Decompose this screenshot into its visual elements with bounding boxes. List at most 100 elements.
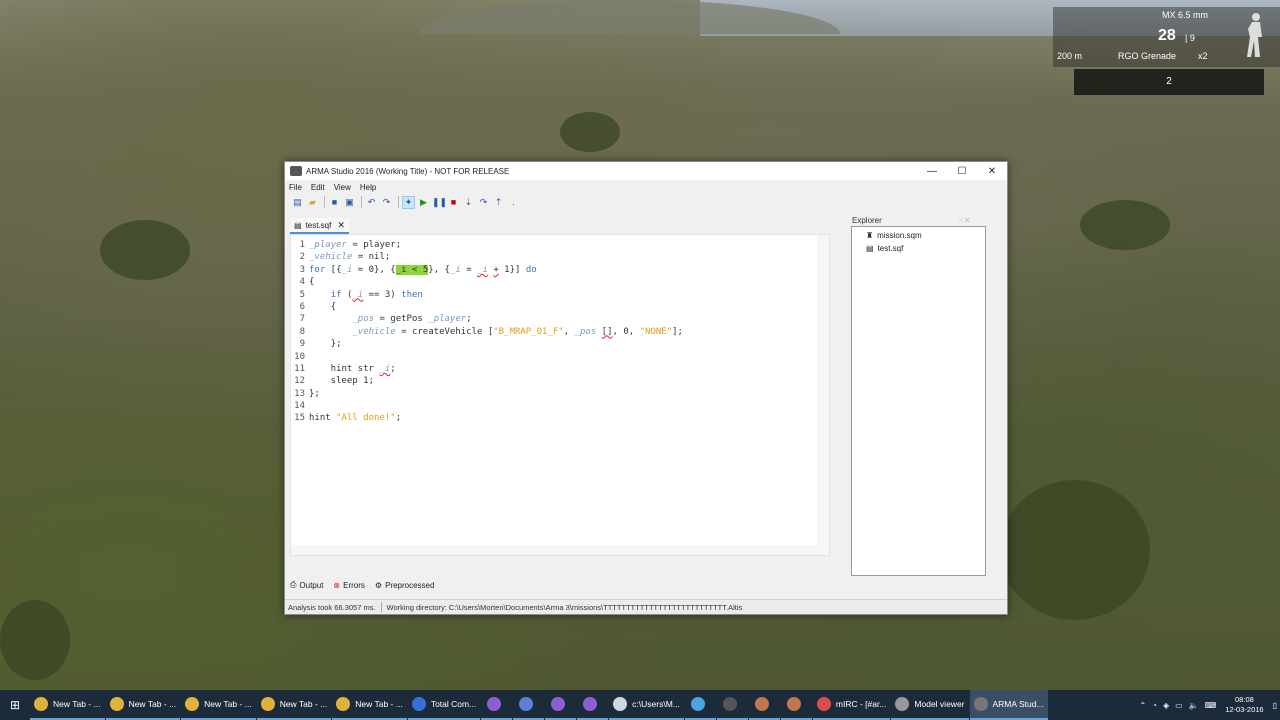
tray-icon[interactable]: ◈ [1163,701,1169,710]
run-icon[interactable]: ▶ [417,196,430,209]
line-number: 1 [299,240,305,250]
volume-icon[interactable]: 🔈 [1189,701,1199,710]
clock[interactable]: 08:08 12-03-2016 [1225,695,1263,715]
taskbar-item[interactable]: Model viewer [891,690,969,720]
open-folder-icon[interactable]: ▰ [306,196,319,209]
taskbar-item[interactable] [748,690,780,720]
visual-studio-icon [519,697,534,711]
taskbar-item[interactable] [716,690,748,720]
toolbar: ▤ ▰ ■ ▣ ↶ ↷ ✦ ▶ ❚❚ ■ ⇣ ↷ ⇡ . [285,194,1007,210]
code-line[interactable]: _player = player; [309,239,683,251]
bottom-tabs: ⎙ Output ⊗ Errors ⚙ Preprocessed [290,580,444,590]
code-line[interactable]: }; [309,338,683,350]
taskbar-item[interactable] [513,690,545,720]
save-all-icon[interactable]: ▣ [343,196,356,209]
weapon-hud: MX 6.5 mm 28 | 9 200 m RGO Grenade x2 [1053,7,1280,67]
explorer-item-mission[interactable]: ♜ mission.sqm [866,231,922,240]
horizontal-scrollbar[interactable] [291,545,829,555]
taskbar-item[interactable] [684,690,716,720]
step-out-icon[interactable]: ⇡ [492,196,505,209]
pause-icon[interactable]: ❚❚ [432,196,447,209]
breakpoint-icon[interactable]: ✦ [402,195,415,209]
status-divider [380,602,382,612]
taskbar-item[interactable]: New Tab - ... [105,690,181,720]
code-line[interactable]: _vehicle = nil; [309,251,683,263]
code-line[interactable]: { [309,301,683,313]
taskbar-item[interactable]: Total Com... [407,690,481,720]
menu-edit[interactable]: Edit [311,183,325,192]
code-line[interactable]: _pos = getPos _player; [309,313,683,325]
app-icon [754,697,769,711]
taskbar-item[interactable]: mIRC - [#ar... [812,690,891,720]
network-icon[interactable]: ▭ [1175,701,1183,710]
taskbar-item[interactable] [780,690,812,720]
tray-icon[interactable]: ◔ [1152,701,1157,710]
windows-start-icon[interactable]: ⊞ [0,690,30,720]
taskbar-item[interactable]: c:\Users\M... [609,690,684,720]
taskbar-item[interactable] [577,690,609,720]
close-tab-icon[interactable]: ✕ [337,220,345,231]
save-icon[interactable]: ■ [328,196,341,209]
chrome-icon [185,697,200,711]
code-content[interactable]: _player = player; _vehicle = nil; for [{_i… [309,239,683,425]
taskbar-item[interactable]: New Tab - ... [256,690,332,720]
secondary-hud: 2 [1074,69,1264,95]
code-line[interactable]: if (_i == 3) then [309,289,683,301]
minimize-button[interactable]: — [917,166,947,177]
menu-file[interactable]: File [289,183,302,192]
menu-help[interactable]: Help [360,183,376,192]
explorer-item-test[interactable]: ▤ test.sqf [866,244,903,253]
code-line[interactable] [309,400,683,412]
taskbar-item[interactable]: New Tab - ... [332,690,407,720]
tab-test-sqf[interactable]: ▤ test.sqf ✕ [290,218,349,234]
stance-icon [1247,13,1262,57]
line-number: 4 [299,277,305,288]
title-bar[interactable]: ARMA Studio 2016 (Working Title) - NOT F… [285,162,1007,180]
code-line[interactable]: for [{_i = 0}, {_i < 5}, {_i = _i + 1}] … [309,264,683,276]
close-button[interactable]: ✕ [977,166,1007,177]
line-number: 15 [294,413,305,424]
chevron-up-icon[interactable]: ⌃ [1139,701,1146,710]
visual-studio-icon [583,697,598,711]
toolbar-overflow-icon[interactable]: . [507,196,520,209]
code-line[interactable]: _vehicle = createVehicle ["B_MRAP_01_F",… [309,326,683,338]
menu-view[interactable]: View [334,183,351,192]
vertical-scrollbar[interactable] [817,235,829,555]
status-bar: Analysis took 66.3057 ms. Working direct… [285,599,1007,614]
redo-icon[interactable]: ↷ [380,196,393,209]
code-line[interactable]: sleep 1; [309,375,683,387]
explorer-item-label: mission.sqm [877,231,922,240]
code-line[interactable]: hint "All done!"; [309,412,683,424]
tab-output[interactable]: ⎙ Output [290,580,323,590]
notifications-icon[interactable]: ▯ [1273,701,1277,710]
new-file-icon[interactable]: ▤ [291,196,304,209]
code-line[interactable] [309,351,683,363]
toolbar-separator [398,196,399,208]
taskbar-item[interactable] [545,690,577,720]
code-line[interactable]: { [309,276,683,288]
maximize-button[interactable]: ☐ [947,166,977,177]
taskbar-item-label: Model viewer [914,699,965,709]
taskbar-item[interactable]: ARMA Stud... [969,690,1048,720]
model-viewer-icon [895,697,910,711]
bush [1000,480,1150,620]
preprocessed-icon: ⚙ [374,580,383,590]
taskbar-item[interactable]: New Tab - ... [181,690,256,720]
keyboard-icon[interactable]: ⌨ [1205,701,1217,710]
tab-errors[interactable]: ⊗ Errors [333,580,364,590]
tab-label: Preprocessed [385,580,435,590]
code-editor[interactable]: 1 2 3 4 5 6 7 8 9 10 11 12 13 14 15 _pla… [290,234,830,556]
undo-icon[interactable]: ↶ [365,196,378,209]
taskbar-item[interactable]: New Tab - ... [30,690,105,720]
code-line[interactable]: hint str _i; [309,363,683,375]
taskbar-item[interactable] [481,690,513,720]
output-icon: ⎙ [290,580,297,589]
tab-preprocessed[interactable]: ⚙ Preprocessed [375,580,435,590]
pin-close-icon[interactable]: ▫ ✕ [959,216,971,225]
line-number: 10 [294,351,305,362]
step-over-icon[interactable]: ↷ [477,196,490,209]
code-line[interactable]: }; [309,388,683,400]
stop-icon[interactable]: ■ [447,196,460,209]
taskbar-item-label: New Tab - ... [128,699,177,709]
step-into-icon[interactable]: ⇣ [462,196,475,209]
